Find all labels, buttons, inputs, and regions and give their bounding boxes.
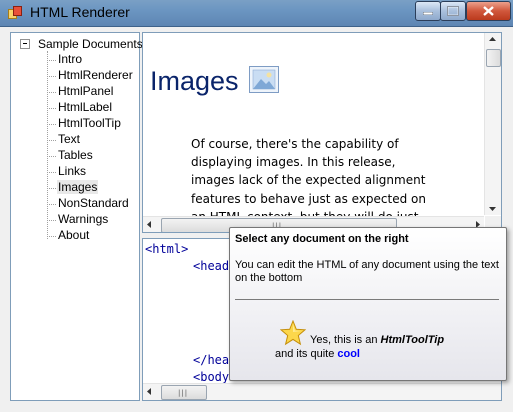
- tooltip-line-2: and its quite cool: [275, 348, 360, 360]
- code-line: <head: [193, 259, 230, 273]
- tree-item-label: HtmlRenderer: [58, 68, 133, 82]
- tree-item-label: Warnings: [58, 212, 109, 226]
- paragraph-line: Of course, there's the capability of: [191, 137, 399, 151]
- close-icon: [483, 6, 494, 16]
- page-title: Images: [150, 66, 239, 96]
- code-line: <html>: [145, 242, 189, 256]
- scroll-up-icon[interactable]: [489, 37, 496, 41]
- tree-item-label: NonStandard: [58, 196, 129, 210]
- tree-item-label: HtmlLabel: [58, 100, 113, 114]
- scroll-down-icon[interactable]: [489, 207, 496, 211]
- window-title: HTML Renderer: [30, 4, 130, 20]
- tree-item-label: Intro: [58, 52, 83, 66]
- tree-item-label: About: [58, 228, 90, 242]
- tooltip-line-1-text: Yes, this is an: [310, 334, 381, 346]
- tree-guide-line: [47, 51, 48, 239]
- app-window: HTML Renderer Sample Documents Intro Htm…: [0, 0, 513, 412]
- tree-item-label: Text: [58, 132, 81, 146]
- tooltip-divider: [235, 299, 499, 300]
- paragraph-line: images lack of the expected alignment: [191, 173, 426, 188]
- image-icon: [249, 66, 279, 93]
- maximize-icon: [447, 6, 459, 16]
- minimize-button[interactable]: [415, 1, 441, 21]
- tooltip-line-1-bold: HtmlToolTip: [380, 334, 445, 346]
- collapse-icon[interactable]: [20, 39, 30, 49]
- paragraph-line: features to behave just as expected on: [191, 191, 426, 206]
- code-line: </hea: [193, 353, 230, 367]
- editor-horizontal-scrollbar[interactable]: |||: [143, 383, 501, 400]
- tooltip-line-2-text: and its quite: [275, 348, 338, 360]
- tree-root-label: Sample Documents: [38, 37, 143, 51]
- title-bar[interactable]: HTML Renderer: [0, 0, 513, 27]
- vertical-scroll-thumb[interactable]: [486, 49, 501, 67]
- vertical-scrollbar[interactable]: [484, 33, 501, 215]
- tooltip-highlight: cool: [337, 348, 360, 360]
- content-paragraph: Of course, there's the capability of dis…: [191, 135, 435, 226]
- html-tooltip: Select any document on the right You can…: [229, 227, 507, 381]
- tooltip-line-1: Yes, this is an HtmlToolTip: [310, 334, 444, 346]
- scroll-left-icon[interactable]: [147, 388, 151, 395]
- tree-item-label: Tables: [58, 148, 93, 162]
- minimize-icon: [423, 12, 433, 15]
- app-icon: [8, 6, 22, 19]
- tooltip-title: Select any document on the right: [235, 233, 409, 245]
- maximize-button[interactable]: [440, 1, 466, 21]
- tooltip-body: You can edit the HTML of any document us…: [235, 259, 499, 284]
- star-icon: [280, 320, 306, 346]
- paragraph-line: displaying images. In this release,: [191, 155, 396, 170]
- scroll-left-icon[interactable]: [147, 221, 151, 228]
- code-line: <body: [193, 370, 230, 384]
- tree-item-label: Links: [58, 164, 87, 178]
- tree-item-label: Images: [57, 180, 99, 194]
- tree-item-label: HtmlPanel: [58, 84, 114, 98]
- editor-scroll-thumb[interactable]: |||: [161, 385, 207, 400]
- tree-item-label: HtmlToolTip: [58, 116, 121, 130]
- document-tree[interactable]: Sample Documents Intro HtmlRenderer Html…: [10, 32, 143, 401]
- close-button[interactable]: [466, 1, 511, 21]
- grip-icon: |||: [178, 389, 189, 397]
- html-render-panel[interactable]: Images Of course, there's the capability…: [142, 32, 502, 233]
